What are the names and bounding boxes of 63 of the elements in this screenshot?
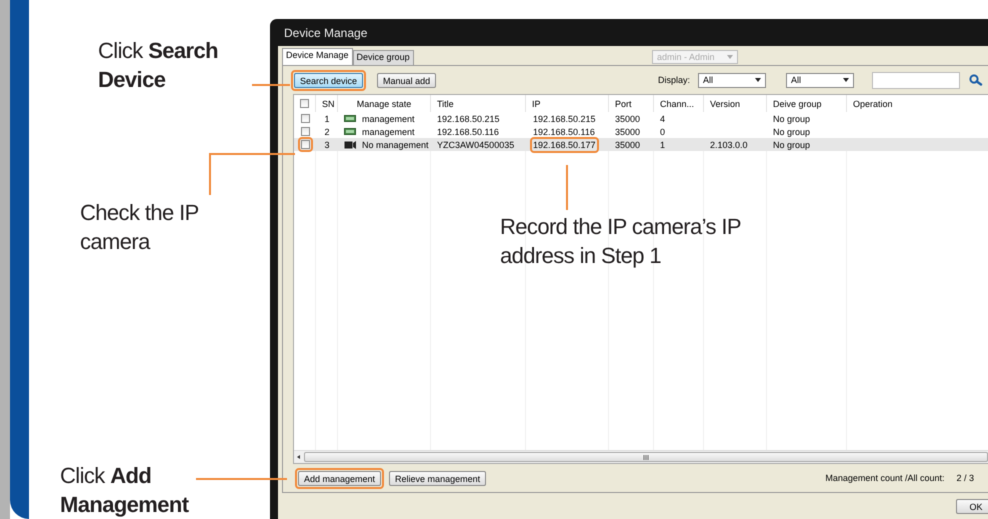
device-row[interactable]: 2 management 192.168.50.116 192.168.50.116 35000 0 No group	[294, 125, 988, 138]
tab[interactable]: Device group	[352, 50, 414, 65]
display-label: Display:	[658, 75, 690, 85]
table-cell: 0	[660, 126, 666, 136]
ok-button[interactable]: OK	[956, 498, 988, 514]
leader-line	[566, 165, 568, 210]
checkbox[interactable]	[300, 99, 309, 108]
caret-icon	[727, 55, 733, 59]
table-cell: 2.103.0.0	[710, 140, 748, 150]
table-cell: No management	[362, 140, 429, 150]
table-cell: No group	[773, 114, 810, 124]
column-header[interactable]: IP	[526, 95, 609, 112]
table-cell: management	[362, 114, 415, 124]
scroll-thumb[interactable]	[304, 452, 988, 462]
device-row[interactable]: 1 management 192.168.50.215 192.168.50.215 35000 4 No group	[294, 112, 988, 125]
window-title: Device Manage	[283, 24, 368, 42]
table-cell: management	[362, 126, 415, 136]
table-cell: 192.168.50.116	[533, 126, 595, 136]
table-cell: 1	[660, 140, 666, 150]
table-cell: 3	[324, 140, 330, 150]
search-icon[interactable]	[968, 74, 984, 86]
action-button[interactable]: Add management	[298, 470, 382, 486]
table-cell: 35000	[615, 140, 640, 150]
table-cell: 192.168.50.215	[437, 114, 500, 124]
table-cell: 35000	[615, 114, 640, 124]
tab[interactable]: Device Manage	[282, 48, 353, 65]
table-cell: 192.168.50.116	[437, 126, 499, 136]
table-cell: 1	[324, 114, 330, 124]
caret-icon	[843, 78, 849, 82]
table-cell: No group	[773, 140, 810, 150]
table-cell: 2	[324, 126, 330, 136]
column-header[interactable]: SN	[316, 95, 338, 112]
column-header[interactable]: Port	[609, 95, 654, 112]
table-cell: No group	[773, 126, 810, 136]
column-header[interactable]: Version	[704, 95, 767, 112]
callout-text: Record the IP camera’s IP address in Step 1	[500, 213, 742, 270]
callout-text: Click Search Device	[98, 37, 219, 94]
caret-icon	[755, 78, 761, 82]
table-cell: 192.168.50.215	[533, 114, 596, 124]
horizontal-scrollbar[interactable]	[294, 450, 988, 463]
search-field[interactable]	[872, 72, 960, 88]
filter-dropdown[interactable]: All	[786, 72, 854, 88]
action-button[interactable]: Relieve management	[389, 470, 486, 486]
callout-text: Click Add Management	[60, 462, 190, 519]
column-header[interactable]: Manage state	[338, 95, 431, 112]
table-cell: 35000	[615, 126, 640, 136]
column-header[interactable]: Chann...	[654, 95, 704, 112]
table-cell: 192.168.50.177	[533, 140, 596, 150]
callout-text: Check the IP camera	[80, 199, 200, 256]
table-cell: 4	[660, 114, 666, 124]
column-header[interactable]: Title	[431, 95, 526, 112]
toolbar-button[interactable]: Search device	[294, 72, 364, 88]
toolbar-button[interactable]: Manual add	[377, 72, 436, 88]
column-header[interactable]: Deive group	[767, 95, 847, 112]
column-header[interactable]: Operation	[847, 95, 988, 112]
table-cell: YZC3AW04500035	[437, 140, 514, 150]
count-label: Management count /All count:	[825, 473, 944, 483]
checkbox[interactable]	[300, 127, 310, 136]
display-dropdown[interactable]: All	[698, 72, 766, 88]
device-row[interactable]: 3 No management YZC3AW04500035 192.168.50.177 35000 1 2.103.0.0 No group	[294, 138, 988, 151]
count-value: 2 / 3	[956, 473, 974, 483]
checkbox[interactable]	[300, 114, 310, 123]
checkbox[interactable]	[300, 140, 310, 149]
